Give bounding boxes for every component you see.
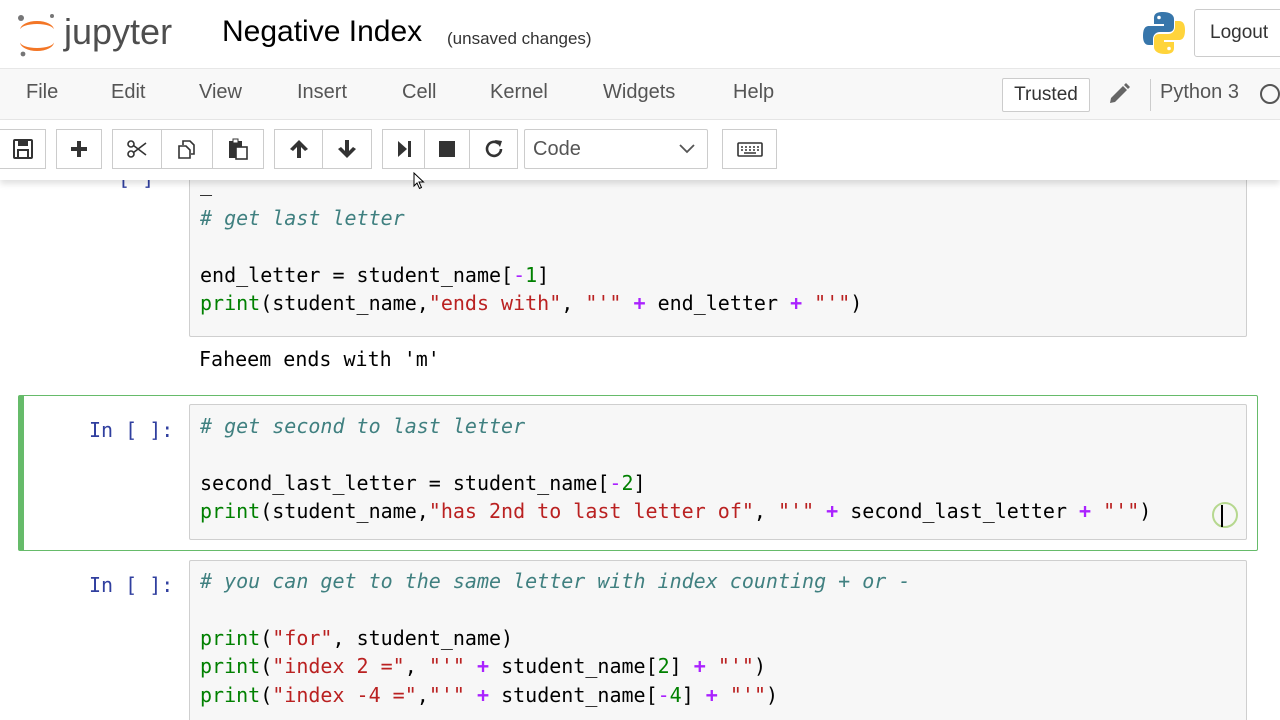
mouse-pointer-icon xyxy=(413,172,425,190)
code-line: print(student_name,"has 2nd to last lett… xyxy=(200,499,1152,523)
code-line: # get last letter xyxy=(200,206,405,230)
trusted-button[interactable]: Trusted xyxy=(1002,78,1090,112)
cell-prompt: [ ] xyxy=(118,180,154,190)
matching-bracket-highlight xyxy=(1212,502,1238,528)
cell-type-select[interactable]: Code xyxy=(524,129,708,169)
code-line: second_last_letter = student_name[-2] xyxy=(200,471,646,495)
header: jupyter Negative Index (unsaved changes)… xyxy=(0,0,1280,68)
text-cursor xyxy=(1221,505,1223,527)
code-line: # you can get to the same letter with in… xyxy=(200,569,911,593)
code-line: print("for", student_name) xyxy=(200,626,514,650)
jupyter-logo[interactable]: jupyter xyxy=(14,10,194,60)
menu-insert[interactable]: Insert xyxy=(297,81,347,104)
restart-button[interactable] xyxy=(469,129,518,169)
cell-prompt: In [ ]: xyxy=(89,573,174,597)
menu-kernel[interactable]: Kernel xyxy=(490,81,548,104)
insert-cell-button[interactable] xyxy=(56,129,102,169)
python-logo-icon xyxy=(1143,12,1185,54)
kernel-idle-indicator-icon xyxy=(1260,84,1280,104)
menubar: File Edit View Insert Cell Kernel Widget… xyxy=(0,68,1280,120)
code-line: end_letter = student_name[-1] xyxy=(200,263,550,287)
notebook-container: [ ] _ # get last letter end_letter = stu… xyxy=(0,180,1280,720)
toolbar: Code xyxy=(0,120,1280,180)
interrupt-button[interactable] xyxy=(424,129,470,169)
cell-output: Faheem ends with 'm' xyxy=(199,347,440,371)
keyboard-icon xyxy=(736,142,763,157)
menu-view[interactable]: View xyxy=(199,81,242,104)
save-icon xyxy=(12,139,33,159)
cell-input[interactable]: _ # get last letter end_letter = student… xyxy=(189,180,1247,337)
app-name: jupyter xyxy=(63,11,172,52)
save-button[interactable] xyxy=(0,129,46,169)
logout-button[interactable]: Logout xyxy=(1194,9,1280,57)
cell-prompt: In [ ]: xyxy=(89,418,174,442)
move-down-button[interactable] xyxy=(322,129,372,169)
arrow-down-icon xyxy=(338,140,356,158)
copy-button[interactable] xyxy=(161,129,213,169)
menu-help[interactable]: Help xyxy=(733,81,774,104)
cell-type-value: Code xyxy=(533,138,581,160)
pencil-icon[interactable] xyxy=(1107,82,1131,106)
menu-edit[interactable]: Edit xyxy=(111,81,145,104)
scissors-icon xyxy=(127,140,147,158)
menu-file[interactable]: File xyxy=(26,81,58,104)
save-status: (unsaved changes) xyxy=(447,29,592,48)
copy-icon xyxy=(178,140,195,159)
kernel-name: Python 3 xyxy=(1160,81,1239,103)
menu-cell[interactable]: Cell xyxy=(402,81,436,104)
cell-input[interactable]: # get second to last letter second_last_… xyxy=(189,404,1247,540)
run-button[interactable] xyxy=(382,129,425,169)
run-icon xyxy=(397,141,411,157)
code-line: _ xyxy=(200,180,213,196)
paste-button[interactable] xyxy=(212,129,264,169)
move-up-button[interactable] xyxy=(274,129,323,169)
code-line: print("index -4 =","'" + student_name[-4… xyxy=(200,683,779,707)
kernel-separator xyxy=(1150,79,1151,111)
plus-icon xyxy=(71,141,87,157)
notebook-title[interactable]: Negative Index xyxy=(222,15,422,49)
code-line: # get second to last letter xyxy=(200,414,526,438)
chevron-down-icon xyxy=(679,144,695,154)
code-line: print("index 2 =", "'" + student_name[2]… xyxy=(200,654,767,678)
arrow-up-icon xyxy=(289,140,308,158)
paste-icon xyxy=(229,138,248,160)
stop-icon xyxy=(439,141,455,157)
cut-button[interactable] xyxy=(112,129,162,169)
code-line: print(student_name,"ends with", "'" + en… xyxy=(200,291,863,315)
restart-icon xyxy=(485,140,502,158)
command-palette-button[interactable] xyxy=(722,129,777,169)
menu-widgets[interactable]: Widgets xyxy=(603,81,675,104)
cell-input[interactable]: # you can get to the same letter with in… xyxy=(189,560,1247,720)
